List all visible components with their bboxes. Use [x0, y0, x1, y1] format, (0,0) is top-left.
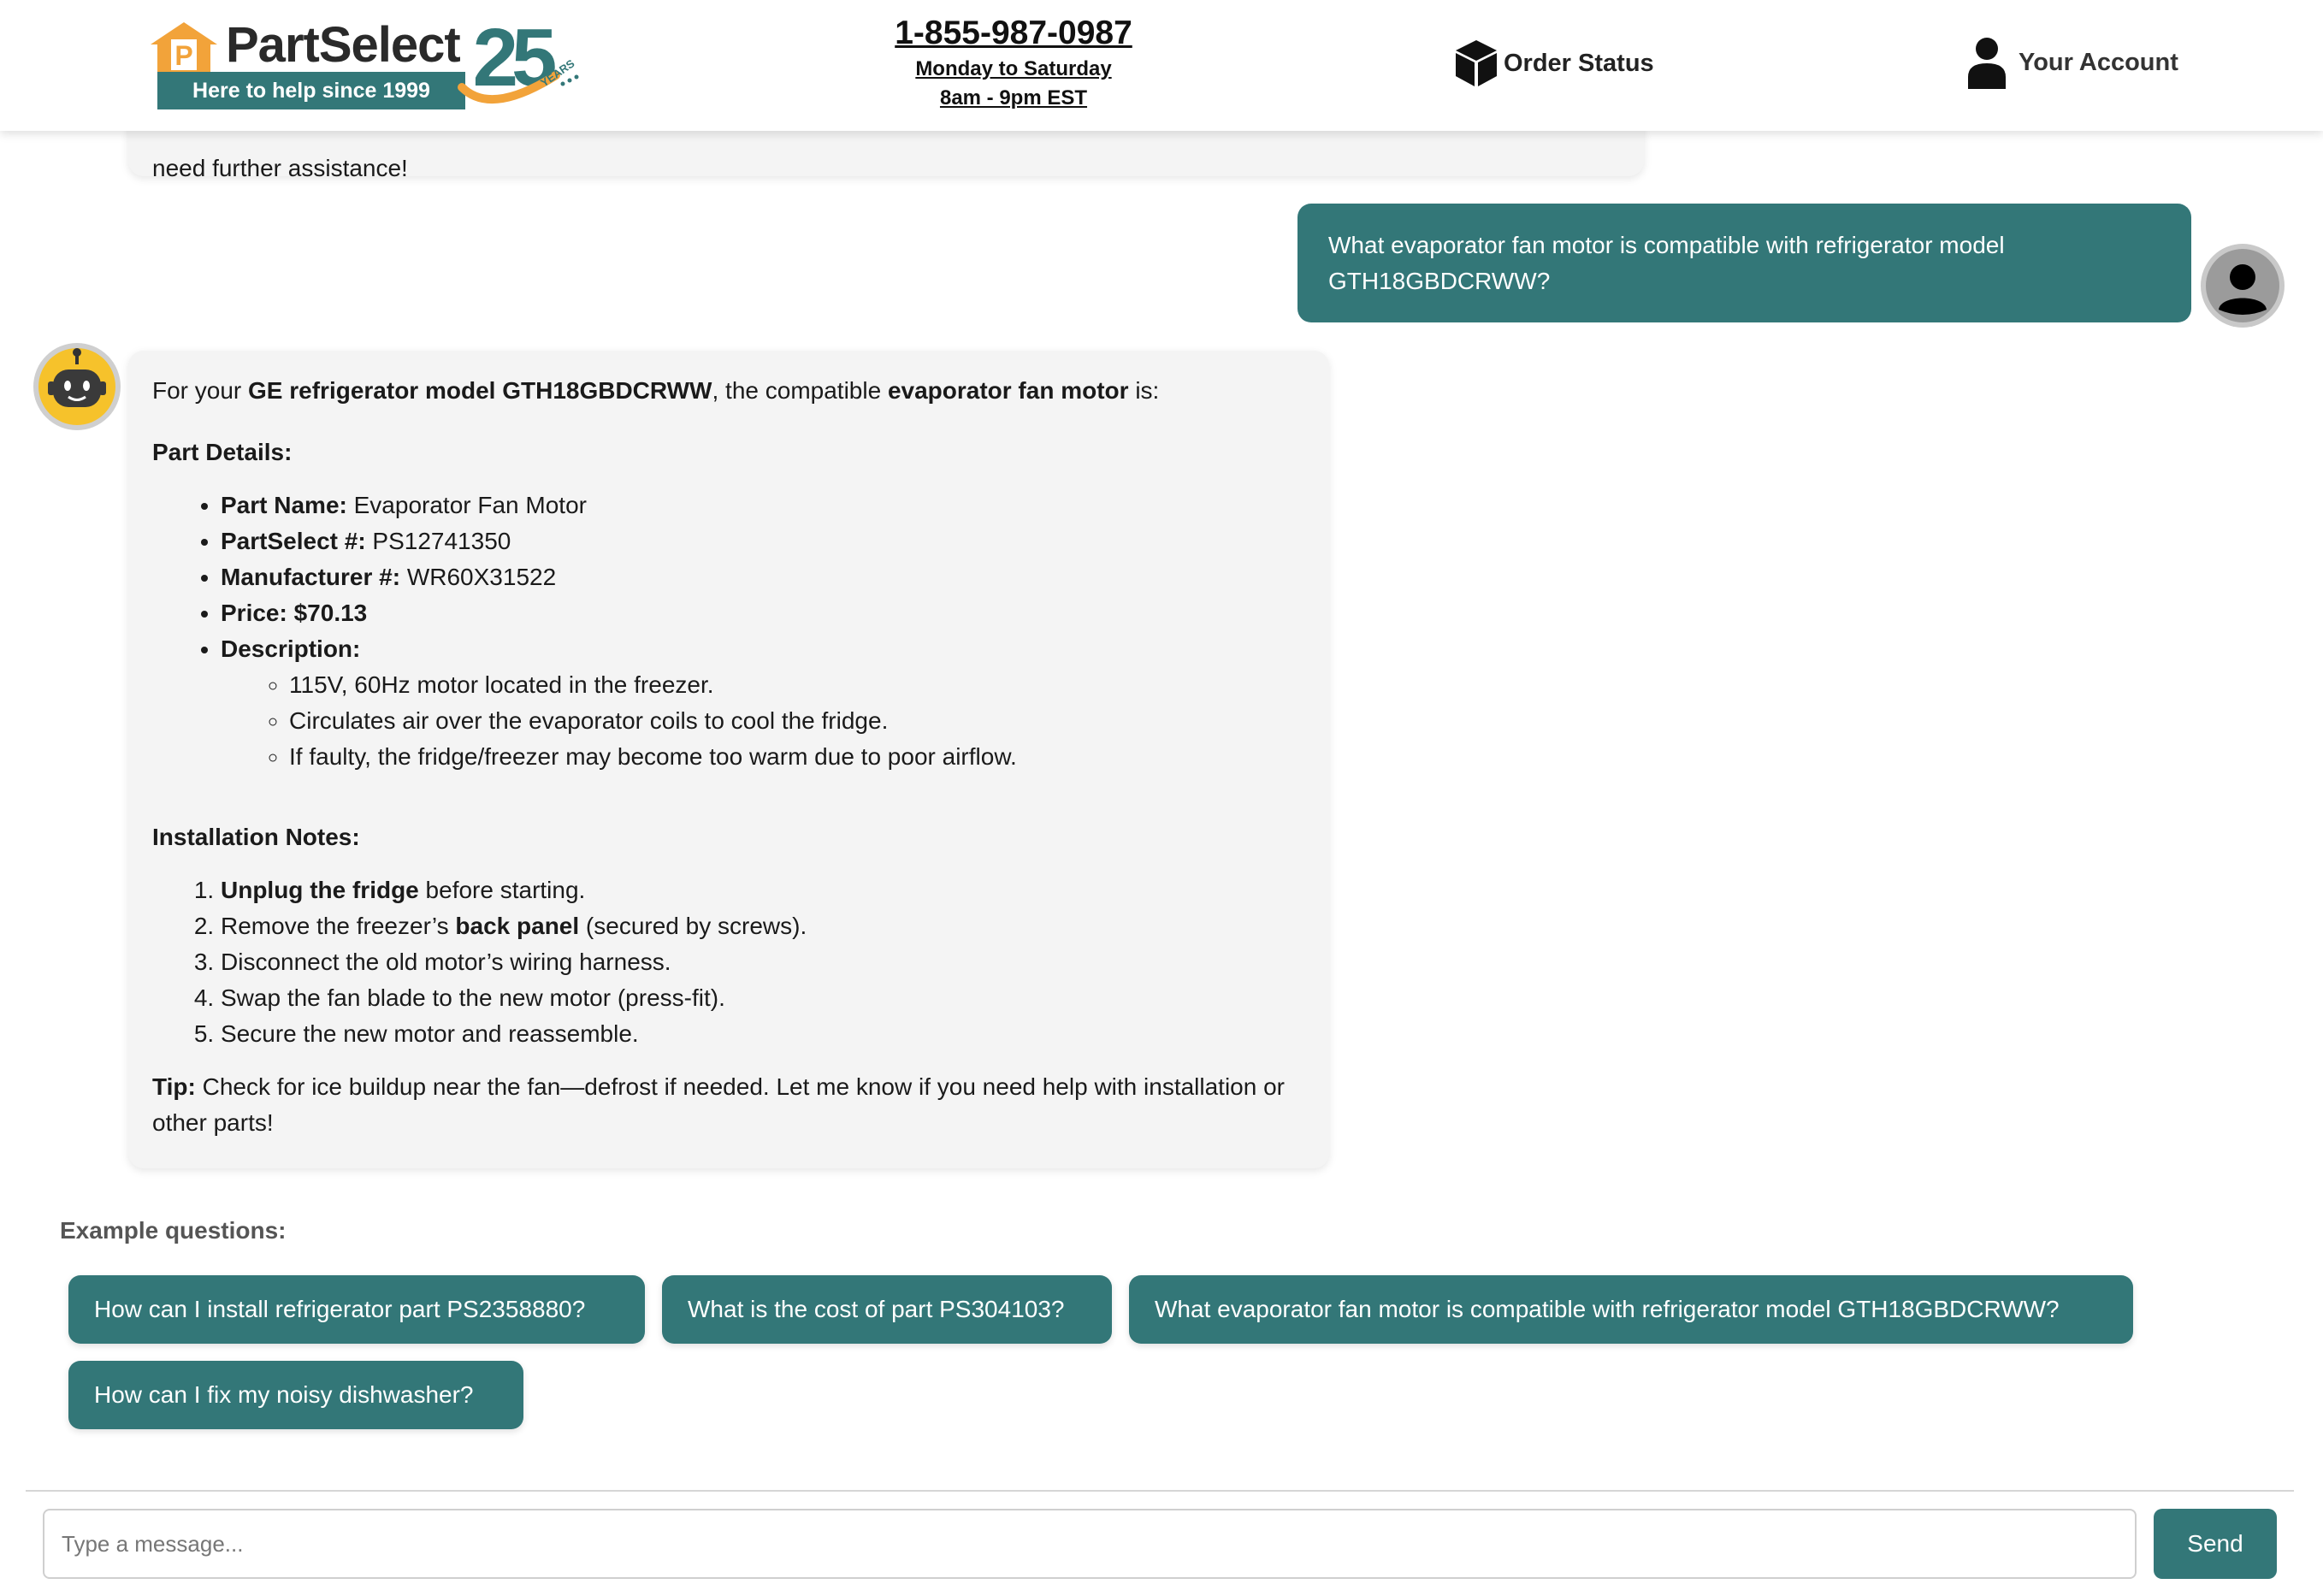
- order-status-label: Order Status: [1504, 49, 1654, 77]
- your-account-link[interactable]: Your Account: [1967, 34, 2178, 91]
- description-list: 115V, 60Hz motor located in the freezer.…: [289, 667, 1305, 775]
- example-question-button[interactable]: How can I fix my noisy dishwasher?: [68, 1361, 523, 1429]
- user-message: What evaporator fan motor is compatible …: [1297, 204, 2191, 322]
- example-question-button[interactable]: How can I install refrigerator part PS23…: [68, 1275, 645, 1344]
- site-header: P PartSelect Here to help since 1999 25 …: [0, 0, 2323, 131]
- example-question-button[interactable]: What evaporator fan motor is compatible …: [1129, 1275, 2133, 1344]
- list-item: Circulates air over the evaporator coils…: [289, 703, 1305, 739]
- bot-reply-intro: For your GE refrigerator model GTH18GBDC…: [152, 377, 1160, 404]
- message-input[interactable]: [43, 1509, 2137, 1579]
- user-icon: [1968, 38, 2006, 89]
- example-question-button[interactable]: What is the cost of part PS304103?: [662, 1275, 1112, 1344]
- support-days: Monday to Saturday: [915, 57, 1112, 80]
- previous-bot-message-text: need further assistance!: [152, 155, 408, 181]
- anniversary-badge-icon: 25 YEARS: [458, 15, 579, 104]
- list-item: 115V, 60Hz motor located in the freezer.: [289, 667, 1305, 703]
- list-item: Disconnect the old motor’s wiring harnes…: [221, 944, 1305, 980]
- support-phone: 1-855-987-0987 Monday to Saturday 8am - …: [855, 12, 1172, 113]
- part-details-heading: Part Details:: [152, 439, 293, 465]
- svg-text:P: P: [174, 40, 192, 71]
- your-account-label: Your Account: [2019, 48, 2178, 76]
- list-item: Price: $70.13: [221, 595, 1305, 631]
- list-item: If faulty, the fridge/freezer may become…: [289, 739, 1305, 775]
- house-icon: P: [151, 22, 217, 72]
- order-status-link[interactable]: Order Status: [1454, 38, 1654, 89]
- composer-divider: [26, 1490, 2294, 1492]
- tip-text: Tip: Check for ice buildup near the fan—…: [152, 1073, 1286, 1136]
- bot-avatar-icon: [33, 343, 121, 430]
- phone-number-link[interactable]: 1-855-987-0987: [855, 12, 1172, 55]
- logo-tagline: Here to help since 1999: [157, 72, 465, 109]
- installation-notes-heading: Installation Notes:: [152, 824, 360, 850]
- box-icon: [1456, 40, 1497, 86]
- list-item: PartSelect #: PS12741350: [221, 523, 1305, 559]
- send-button[interactable]: Send: [2154, 1509, 2277, 1579]
- part-details-list: Part Name: Evaporator Fan Motor PartSele…: [221, 488, 1305, 775]
- partselect-logo[interactable]: P PartSelect Here to help since 1999 25 …: [147, 15, 579, 114]
- logo-wordmark: PartSelect: [226, 17, 461, 73]
- list-item: Remove the freezer’s back panel (secured…: [221, 908, 1305, 944]
- list-item: Swap the fan blade to the new motor (pre…: [221, 980, 1305, 1016]
- installation-steps-list: Unplug the fridge before starting. Remov…: [221, 872, 1305, 1052]
- chat-area[interactable]: need further assistance! What evaporator…: [0, 0, 2323, 1488]
- list-item: Secure the new motor and reassemble.: [221, 1016, 1305, 1052]
- list-item: Description: 115V, 60Hz motor located in…: [221, 631, 1305, 775]
- svg-text:25: 25: [473, 15, 555, 103]
- list-item: Manufacturer #: WR60X31522: [221, 559, 1305, 595]
- bot-reply-message: For your GE refrigerator model GTH18GBDC…: [128, 351, 1329, 1168]
- list-item: Part Name: Evaporator Fan Motor: [221, 488, 1305, 523]
- list-item: Unplug the fridge before starting.: [221, 872, 1305, 908]
- example-questions-label: Example questions:: [60, 1217, 287, 1244]
- user-avatar-icon: [2201, 244, 2285, 328]
- support-time: 8am - 9pm EST: [939, 86, 1088, 109]
